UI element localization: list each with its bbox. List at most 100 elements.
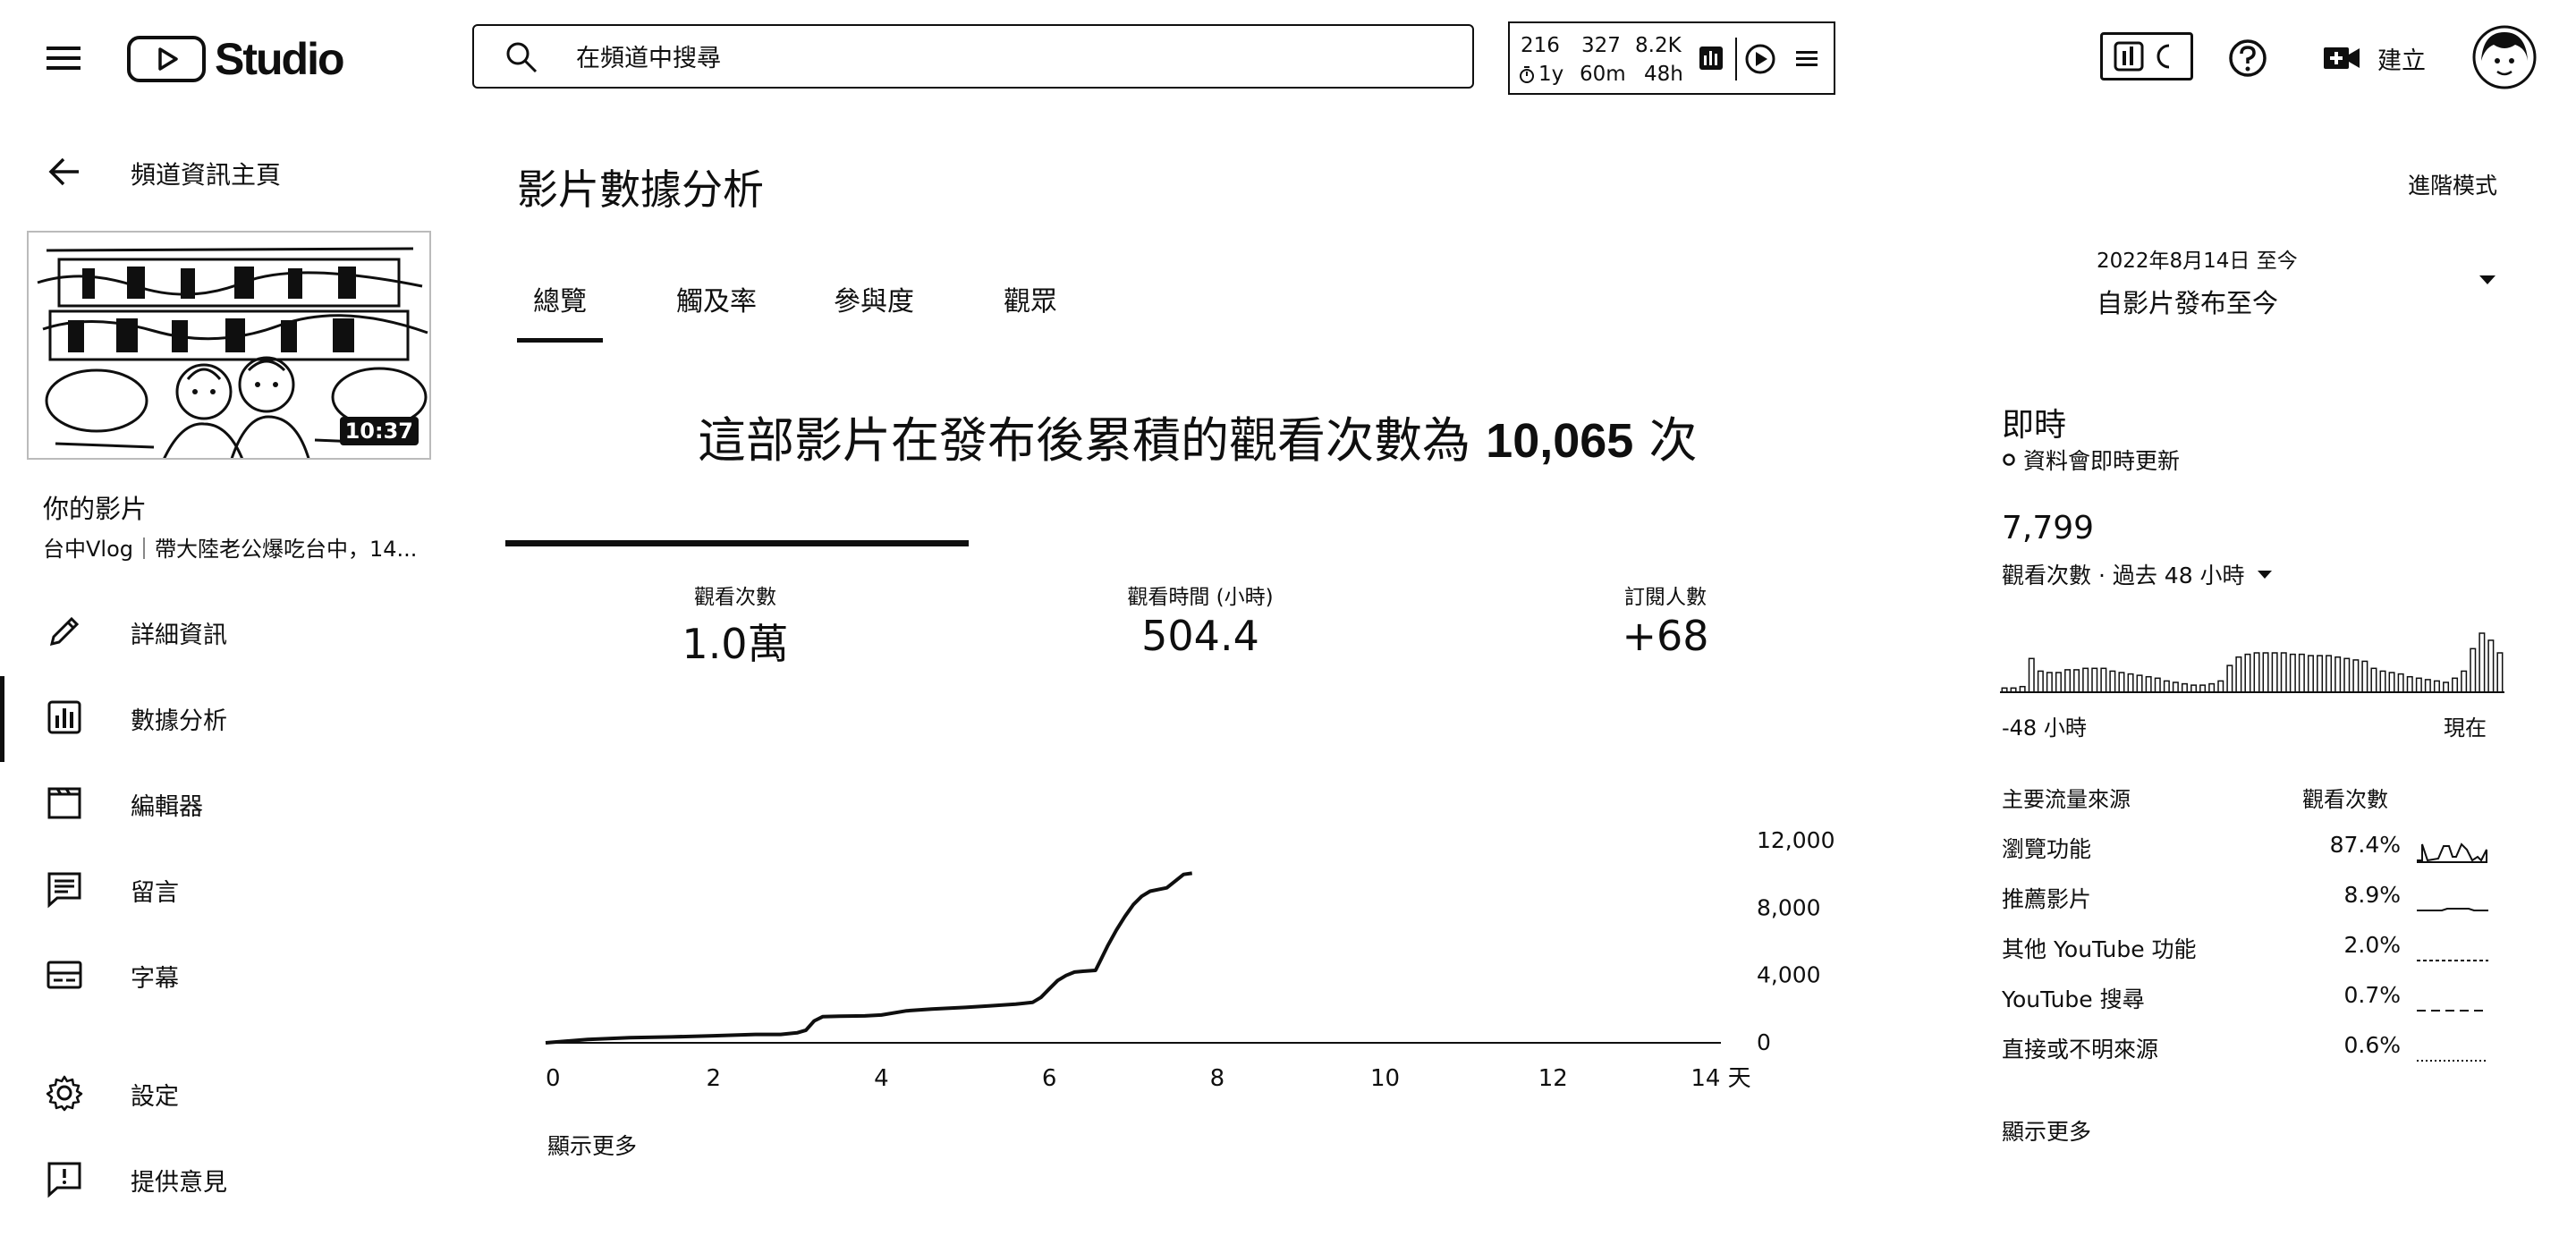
- realtime-bar[interactable]: [2470, 648, 2477, 693]
- realtime-bar[interactable]: [2001, 687, 2008, 693]
- realtime-bar[interactable]: [2479, 632, 2486, 693]
- sidebar-item-comments[interactable]: 留言: [0, 848, 447, 928]
- channel-analytics-toggle-button[interactable]: [2100, 32, 2193, 80]
- realtime-bar[interactable]: [2406, 675, 2413, 693]
- realtime-bar[interactable]: [2496, 652, 2504, 693]
- realtime-bar[interactable]: [2226, 665, 2233, 693]
- studio-logo[interactable]: Studio: [127, 32, 345, 86]
- realtime-bar[interactable]: [2280, 652, 2287, 693]
- traffic-source-row[interactable]: 瀏覽功能 87.4%: [2002, 832, 2503, 876]
- realtime-bar[interactable]: [2064, 669, 2072, 693]
- realtime-bar[interactable]: [2352, 659, 2360, 693]
- realtime-bar[interactable]: [2415, 677, 2422, 693]
- realtime-bar[interactable]: [2388, 672, 2395, 693]
- realtime-bar[interactable]: [2452, 677, 2459, 693]
- realtime-bar[interactable]: [2361, 660, 2368, 693]
- tab-overview[interactable]: 總覽: [533, 279, 587, 318]
- realtime-bar[interactable]: [2181, 682, 2188, 693]
- help-icon[interactable]: [2227, 38, 2268, 79]
- back-arrow-icon[interactable]: [47, 154, 82, 190]
- realtime-bar[interactable]: [2127, 673, 2134, 693]
- realtime-bar[interactable]: [2100, 667, 2107, 693]
- sidebar-item-settings[interactable]: 設定: [0, 1052, 447, 1132]
- realtime-bar[interactable]: [2046, 672, 2053, 693]
- realtime-bar[interactable]: [2298, 653, 2305, 693]
- traffic-source-row[interactable]: 直接或不明來源 0.6%: [2002, 1032, 2503, 1077]
- realtime-bar[interactable]: [2289, 653, 2296, 693]
- advanced-mode-link[interactable]: 進階模式: [2408, 168, 2497, 200]
- realtime-bar[interactable]: [2317, 655, 2324, 693]
- metric-views-label[interactable]: 觀看次數: [601, 580, 869, 610]
- realtime-bar[interactable]: [2028, 657, 2035, 693]
- views-line-chart[interactable]: 0 2 4 6 8 10 12 14 天 12,000 8,000 4,000 0: [537, 823, 1852, 1123]
- realtime-bar[interactable]: [2379, 670, 2386, 693]
- tab-audience[interactable]: 觀眾: [1004, 279, 1057, 318]
- sidebar-item-editor[interactable]: 編輯器: [0, 762, 447, 842]
- tab-reach[interactable]: 觸及率: [676, 279, 757, 318]
- create-button[interactable]: 建立: [2322, 38, 2426, 79]
- traffic-source-row[interactable]: 其他 YouTube 功能 2.0%: [2002, 932, 2503, 977]
- sidebar-item-analytics[interactable]: 數據分析: [0, 676, 447, 757]
- metric-views-value[interactable]: 1.0萬: [601, 612, 869, 671]
- realtime-bar[interactable]: [2370, 667, 2377, 693]
- tab-engagement[interactable]: 參與度: [834, 279, 914, 318]
- date-range-selector[interactable]: 2022年8月14日 至今 自影片發布至今: [2097, 243, 2298, 320]
- realtime-bar[interactable]: [2244, 653, 2251, 693]
- realtime-bar[interactable]: [2253, 652, 2260, 693]
- realtime-views-dropdown[interactable]: 觀看次數 · 過去 48 小時: [2002, 558, 2274, 590]
- realtime-bar[interactable]: [2172, 681, 2179, 693]
- realtime-bar[interactable]: [2424, 679, 2431, 693]
- realtime-bar[interactable]: [2334, 656, 2342, 693]
- realtime-bar[interactable]: [2136, 674, 2143, 693]
- metric-subscribers-value[interactable]: +68: [1531, 612, 1800, 660]
- sidebar-item-details[interactable]: 詳細資訊: [0, 590, 447, 671]
- realtime-bar[interactable]: [2145, 675, 2152, 693]
- studio-mini-icon[interactable]: [1698, 45, 1724, 72]
- realtime-bar[interactable]: [2235, 656, 2242, 693]
- realtime-show-more-link[interactable]: 顯示更多: [2002, 1114, 2091, 1147]
- realtime-bar[interactable]: [2037, 670, 2044, 693]
- realtime-bar[interactable]: [2199, 684, 2207, 693]
- realtime-bar[interactable]: [2262, 652, 2269, 693]
- realtime-bar[interactable]: [2082, 667, 2089, 693]
- caret-down-icon[interactable]: [2478, 274, 2497, 286]
- realtime-bar[interactable]: [2433, 680, 2440, 693]
- play-circle-icon[interactable]: [1744, 43, 1776, 75]
- realtime-bar[interactable]: [2073, 669, 2080, 693]
- search-box[interactable]: [472, 24, 1474, 89]
- stats-widget[interactable]: 216 327 8.2K 1y 60m 48h: [1508, 21, 1835, 95]
- show-more-link[interactable]: 顯示更多: [547, 1129, 637, 1161]
- chart-series-line[interactable]: [545, 871, 1192, 1045]
- realtime-bar[interactable]: [2307, 655, 2314, 693]
- realtime-bar-chart[interactable]: [2000, 626, 2504, 698]
- realtime-bar[interactable]: [2271, 652, 2278, 693]
- traffic-source-row[interactable]: 推薦影片 8.9%: [2002, 882, 2503, 927]
- realtime-bar[interactable]: [2443, 681, 2450, 693]
- metric-watchtime-value[interactable]: 504.4: [1066, 612, 1335, 660]
- account-avatar[interactable]: [2472, 25, 2537, 89]
- realtime-bar[interactable]: [2118, 672, 2125, 693]
- realtime-bar[interactable]: [2154, 677, 2161, 693]
- hamburger-menu-icon[interactable]: [41, 36, 86, 80]
- realtime-bar[interactable]: [2397, 673, 2404, 693]
- search-icon[interactable]: [504, 40, 538, 74]
- realtime-bar[interactable]: [2190, 684, 2198, 693]
- metric-subscribers-label[interactable]: 訂閱人數: [1531, 580, 1800, 610]
- metric-watchtime-label[interactable]: 觀看時間 (小時): [1066, 580, 1335, 610]
- realtime-bar[interactable]: [2163, 680, 2170, 693]
- realtime-bar[interactable]: [2010, 687, 2017, 693]
- realtime-bar[interactable]: [2109, 670, 2116, 693]
- list-menu-icon[interactable]: [1794, 47, 1819, 72]
- realtime-bar[interactable]: [2487, 639, 2495, 693]
- realtime-bar[interactable]: [2217, 680, 2224, 693]
- channel-dashboard-link[interactable]: 頻道資訊主頁: [131, 156, 281, 191]
- realtime-bar[interactable]: [2461, 670, 2468, 693]
- search-input[interactable]: [574, 35, 1383, 81]
- traffic-source-row[interactable]: YouTube 搜尋 0.7%: [2002, 982, 2503, 1027]
- video-thumbnail[interactable]: 10:37: [27, 231, 431, 460]
- sidebar-item-subtitles[interactable]: 字幕: [0, 934, 447, 1014]
- realtime-bar[interactable]: [2055, 672, 2062, 693]
- realtime-bar[interactable]: [2343, 657, 2351, 693]
- realtime-bar[interactable]: [2091, 667, 2098, 693]
- sidebar-item-feedback[interactable]: 提供意見: [0, 1138, 447, 1218]
